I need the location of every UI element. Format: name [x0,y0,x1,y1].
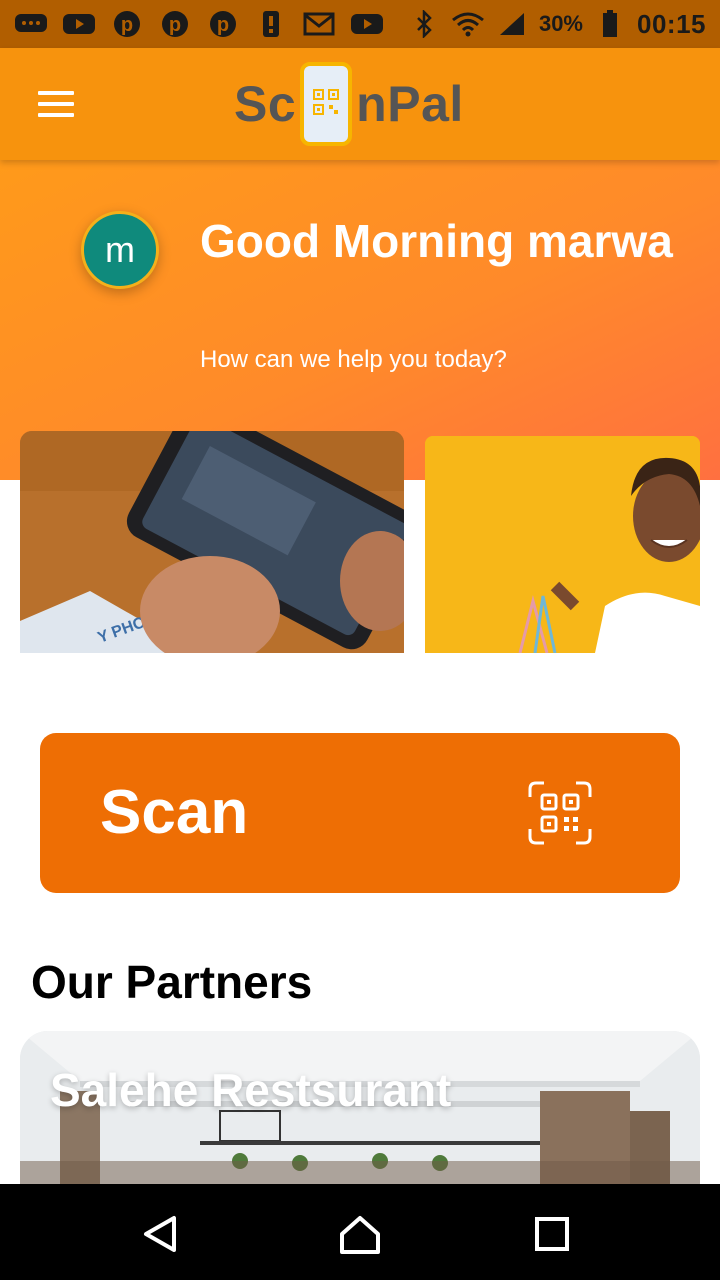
logo-text-right: nPal [356,76,464,132]
phone-qr-icon [300,62,353,146]
svg-text:p: p [217,14,229,36]
scan-button[interactable]: Scan [40,733,680,893]
greeting-subtitle: How can we help you today? [200,346,507,373]
promo-banner-shopping[interactable] [425,436,700,653]
youtube-icon [350,11,384,37]
phone-scan-image: Y PHONE [20,431,404,653]
alert-icon [254,11,288,37]
shopping-woman-image [425,436,700,653]
home-icon[interactable] [338,1212,382,1256]
logo-text-left: Sc [234,76,297,132]
menu-button[interactable] [30,84,82,124]
app-bar: Sc nPal [0,48,720,160]
clock: 00:15 [637,8,706,39]
bluetooth-icon [407,10,441,38]
hamburger-icon [38,91,74,95]
status-bar: p p p 30% 00:15 [0,0,720,48]
wifi-icon [451,11,485,37]
youtube-icon [62,11,96,37]
notification-icons: p p p [14,11,384,37]
recents-icon[interactable] [530,1212,574,1256]
app-logo: Sc nPal [234,62,464,146]
partner-name: Salehe Restsurant [50,1064,452,1116]
battery-percent: 30% [538,11,583,36]
pinterest-icon: p [158,11,192,37]
chat-icon [14,11,48,37]
system-nav-bar [0,1184,720,1280]
pinterest-icon: p [206,11,240,37]
scan-label: Scan [100,778,249,847]
gmail-icon [302,11,336,37]
svg-text:p: p [121,14,133,36]
qr-scan-icon [528,781,592,845]
battery-icon [593,10,627,37]
avatar[interactable]: m [81,211,159,289]
promo-banner-scan[interactable]: Y PHONE [20,431,404,653]
signal-icon [495,11,529,37]
svg-text:p: p [169,14,181,36]
partners-section-title: Our Partners [31,956,313,1008]
greeting-title: Good Morning marwa [200,215,673,267]
partner-card[interactable]: Salehe Restsurant [20,1031,700,1191]
pinterest-icon: p [110,11,144,37]
back-icon[interactable] [138,1212,182,1256]
